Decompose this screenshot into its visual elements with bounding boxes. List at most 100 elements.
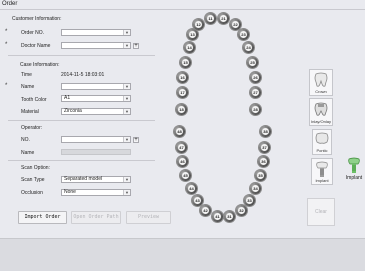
- required-marker: *: [5, 29, 8, 35]
- pontic-card[interactable]: Pontic: [312, 129, 332, 155]
- tooth-44[interactable]: 44: [186, 183, 197, 194]
- material-select[interactable]: Zirconia ▼: [61, 108, 131, 115]
- tooth-color-select[interactable]: A1 ▼: [61, 95, 131, 102]
- tooth-number: 37: [261, 144, 268, 151]
- operator-name-field[interactable]: [61, 149, 131, 155]
- required-marker: *: [5, 42, 8, 48]
- tooth-43[interactable]: 43: [192, 195, 203, 206]
- implant-extra-label: Implant: [345, 175, 363, 181]
- clear-button[interactable]: Clear: [307, 198, 335, 226]
- tooth-number: 31: [226, 213, 233, 220]
- operator-no-select[interactable]: ▼: [61, 136, 131, 143]
- tooth-number: 48: [176, 128, 183, 135]
- doctor-name-label: Doctor Name: [21, 43, 51, 49]
- tooth-16[interactable]: 16: [177, 72, 188, 83]
- tooth-number: 16: [179, 74, 186, 81]
- tooth-41[interactable]: 41: [212, 211, 223, 222]
- time-label: Time: [21, 72, 32, 78]
- tooth-number: 11: [207, 15, 214, 22]
- tooth-26[interactable]: 26: [250, 72, 261, 83]
- tooth-number: 14: [186, 44, 193, 51]
- tooth-36[interactable]: 36: [258, 156, 269, 167]
- tooth-32[interactable]: 32: [236, 205, 247, 216]
- tooth-31[interactable]: 31: [224, 211, 235, 222]
- operator-section-title: Operator:: [21, 125, 43, 131]
- chevron-down-icon: ▼: [123, 96, 130, 101]
- window-title: Order: [2, 1, 18, 7]
- tooth-23[interactable]: 23: [238, 29, 249, 40]
- tooth-13[interactable]: 13: [187, 29, 198, 40]
- crown-label: Crown: [315, 89, 327, 94]
- pontic-icon: [315, 132, 329, 144]
- tooth-number: 42: [202, 207, 209, 214]
- tooth-37[interactable]: 37: [259, 142, 270, 153]
- doctor-name-select[interactable]: ▼: [61, 42, 131, 49]
- order-no-select[interactable]: ▼: [61, 29, 131, 36]
- tooth-number: 24: [245, 44, 252, 51]
- add-operator-button[interactable]: +: [133, 137, 139, 143]
- tooth-47[interactable]: 47: [176, 142, 187, 153]
- operator-name-label: Name: [21, 150, 35, 156]
- tooth-15[interactable]: 15: [180, 57, 191, 68]
- tooth-21[interactable]: 21: [218, 13, 229, 24]
- tooth-number: 12: [195, 21, 202, 28]
- tooth-11[interactable]: 11: [205, 13, 216, 24]
- tooth-35[interactable]: 35: [255, 170, 266, 181]
- tooth-42[interactable]: 42: [200, 205, 211, 216]
- chevron-down-icon: ▼: [123, 190, 130, 195]
- open-order-path-button[interactable]: Open Order Path: [71, 211, 121, 224]
- tooth-number: 34: [252, 185, 259, 192]
- required-marker: *: [5, 83, 8, 89]
- preview-button[interactable]: Preview: [126, 211, 171, 224]
- implant-extra[interactable]: Implant: [343, 157, 365, 187]
- tooth-34[interactable]: 34: [250, 183, 261, 194]
- import-order-button[interactable]: Import Order: [18, 211, 67, 224]
- tooth-45[interactable]: 45: [180, 170, 191, 181]
- implant-card[interactable]: Implant: [311, 158, 333, 185]
- tooth-28[interactable]: 28: [250, 104, 261, 115]
- tooth-17[interactable]: 17: [177, 87, 188, 98]
- tooth-number: 36: [260, 158, 267, 165]
- chevron-down-icon: ▼: [123, 137, 130, 142]
- tooth-46[interactable]: 46: [177, 156, 188, 167]
- tooth-number: 13: [189, 31, 196, 38]
- name-select[interactable]: ▼: [61, 83, 131, 90]
- tooth-number: 26: [252, 74, 259, 81]
- tooth-number: 28: [252, 106, 259, 113]
- chevron-down-icon: ▼: [123, 109, 130, 114]
- tooth-number: 46: [179, 158, 186, 165]
- crown-card[interactable]: Crown: [309, 69, 333, 96]
- tooth-27[interactable]: 27: [250, 87, 261, 98]
- implant-icon: [316, 161, 328, 177]
- order-no-label: Order NO.: [21, 30, 45, 36]
- implant-green-icon: [348, 157, 360, 173]
- customer-section-title: Customer Information:: [12, 16, 62, 22]
- tooth-14[interactable]: 14: [184, 42, 195, 53]
- scan-type-select[interactable]: Separated model ▼: [61, 176, 131, 183]
- tooth-number: 41: [214, 213, 221, 220]
- tooth-number: 38: [262, 128, 269, 135]
- tooth-12[interactable]: 12: [193, 19, 204, 30]
- tooth-number: 44: [188, 185, 195, 192]
- inlay-onlay-card[interactable]: Inlay/Onlay: [309, 98, 333, 126]
- pontic-label: Pontic: [316, 148, 328, 153]
- chevron-down-icon: ▼: [123, 177, 130, 182]
- tooth-25[interactable]: 25: [247, 57, 258, 68]
- divider: [8, 55, 155, 56]
- tooth-24[interactable]: 24: [243, 42, 254, 53]
- tooth-number: 35: [257, 172, 264, 179]
- tooth-18[interactable]: 18: [176, 104, 187, 115]
- tooth-number: 25: [249, 59, 256, 66]
- time-value: 2014-11-5 18:03:01: [61, 72, 105, 78]
- tooth-number: 47: [178, 144, 185, 151]
- add-doctor-button[interactable]: +: [133, 43, 139, 49]
- occlusion-select[interactable]: None ▼: [61, 189, 131, 196]
- tooth-number: 21: [220, 15, 227, 22]
- name-label: Name: [21, 84, 35, 90]
- tooth-48[interactable]: 48: [174, 126, 185, 137]
- tooth-number: 15: [182, 59, 189, 66]
- tooth-33[interactable]: 33: [244, 195, 255, 206]
- tooth-38[interactable]: 38: [260, 126, 271, 137]
- chevron-down-icon: ▼: [123, 30, 130, 35]
- tooth-22[interactable]: 22: [230, 19, 241, 30]
